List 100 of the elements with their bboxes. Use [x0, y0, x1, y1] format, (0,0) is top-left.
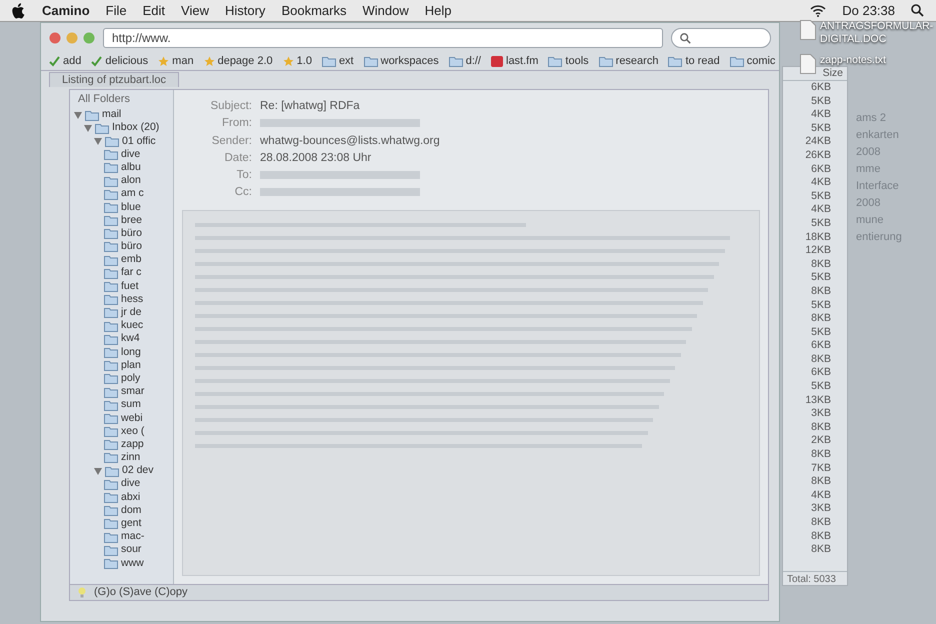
disclosure-triangle-down-icon[interactable]	[74, 112, 82, 119]
bookmark-link[interactable]: tools	[548, 53, 589, 70]
folder-item[interactable]: gent	[121, 516, 142, 532]
sidebar-heading: All Folders	[77, 92, 131, 107]
folder-icon	[548, 56, 562, 67]
folder-item[interactable]: abxi	[121, 490, 140, 506]
window-controls-icon[interactable]	[49, 32, 95, 44]
header-label: Subject:	[209, 99, 252, 114]
folder-item[interactable]: am c	[121, 186, 144, 202]
folder-item[interactable]: Inbox (20)	[112, 120, 160, 136]
star-icon	[204, 56, 215, 67]
menu-item[interactable]: Help	[424, 0, 452, 20]
disclosure-triangle-down-icon[interactable]	[94, 468, 102, 475]
faded-text: 2008	[856, 146, 882, 159]
size-cell-text: 6KB	[810, 339, 831, 353]
folder-icon	[104, 334, 118, 345]
size-cell-text: 3KB	[810, 502, 831, 516]
menu-item[interactable]: History	[224, 0, 266, 20]
folder-item[interactable]: kw4	[121, 331, 140, 348]
folder-icon	[105, 136, 119, 147]
bookmark-link[interactable]: to read	[668, 53, 720, 70]
folder-icon	[104, 360, 118, 372]
folder-item[interactable]: fuet	[121, 278, 139, 294]
folder-item[interactable]: sour	[121, 542, 142, 558]
folder-item[interactable]: 01 offic	[122, 134, 156, 150]
folder-item[interactable]: sum	[121, 397, 141, 414]
menu-item[interactable]: View	[181, 0, 209, 20]
size-cell-text: 8KB	[810, 530, 831, 544]
folder-item[interactable]: smar	[121, 384, 144, 400]
folder-icon	[104, 518, 118, 530]
header-label: Date:	[224, 150, 252, 166]
size-cell-text: 5KB	[810, 298, 831, 312]
menu-clock[interactable]: Do 23:38	[842, 0, 895, 20]
check-icon	[49, 56, 60, 67]
folder-icon	[104, 532, 118, 543]
menu-item[interactable]: Window	[362, 0, 409, 20]
faded-text: enkarten	[856, 129, 900, 142]
url-field[interactable]: http://www.	[103, 28, 663, 48]
size-cell-text: 6KB	[810, 366, 831, 380]
bookmark-link[interactable]: man	[158, 53, 194, 70]
folder-icon	[104, 320, 118, 332]
folder-item[interactable]: xeo (	[121, 424, 144, 440]
menu-item[interactable]: Bookmarks	[281, 0, 346, 20]
folder-icon	[730, 56, 744, 67]
folder-item[interactable]: mac-	[121, 529, 144, 545]
bookmark-link[interactable]: add	[49, 53, 82, 70]
folder-icon	[104, 452, 118, 464]
bookmark-link[interactable]: delicious	[91, 53, 148, 70]
bookmark-link[interactable]: research	[598, 53, 658, 70]
folder-item[interactable]: zinn	[121, 450, 140, 466]
size-cell-text: 5KB	[810, 122, 831, 136]
bookmark-link[interactable]: 1.0	[282, 53, 312, 70]
status-text: (G)o (S)ave (C)opy	[94, 585, 188, 600]
search-field[interactable]	[671, 28, 771, 48]
folder-item[interactable]: hess	[121, 292, 144, 308]
folder-item[interactable]: bree	[121, 212, 142, 228]
browser-tab[interactable]: Listing of ptzubart.loc	[49, 72, 179, 87]
menu-item[interactable]: File	[106, 0, 127, 20]
bookmark-link[interactable]: d://	[448, 53, 481, 70]
size-cell-text: 5KB	[810, 271, 831, 285]
square-icon	[491, 56, 503, 67]
bookmark-link[interactable]: depage 2.0	[204, 53, 273, 70]
folder-icon	[104, 281, 118, 292]
folder-item[interactable]: alon	[121, 173, 141, 189]
bookmark-link[interactable]: ext	[322, 53, 354, 70]
menu-item[interactable]: Edit	[142, 0, 166, 20]
size-cell-text: 12KB	[804, 244, 831, 258]
folder-item[interactable]: blue	[121, 200, 141, 216]
folder-item[interactable]: dom	[121, 502, 142, 519]
folder-item[interactable]: webi	[121, 410, 143, 426]
bookmark-link[interactable]: last.fm	[491, 53, 538, 70]
column-header[interactable]: Size	[822, 66, 843, 82]
folder-item[interactable]: mail	[102, 107, 122, 123]
folder-icon	[104, 346, 118, 358]
folder-item[interactable]: jr de	[121, 305, 142, 321]
disclosure-triangle-down-icon[interactable]	[94, 138, 102, 145]
folder-item[interactable]: zapp	[121, 436, 144, 453]
folder-icon	[104, 268, 118, 279]
folder-icon	[598, 56, 613, 67]
folder-item[interactable]: büro	[121, 226, 142, 242]
folder-item[interactable]: www	[121, 556, 144, 572]
search-icon[interactable]	[911, 4, 924, 17]
wifi-icon[interactable]	[810, 4, 826, 16]
header-label: Cc:	[234, 185, 252, 200]
disclosure-triangle-down-icon[interactable]	[84, 124, 92, 132]
app-menu[interactable]: Camino	[42, 0, 90, 20]
size-cell-text: 5KB	[810, 94, 831, 108]
folder-item[interactable]: kuec	[121, 318, 144, 334]
faded-text: ams 2	[856, 112, 887, 125]
bookmark-link[interactable]: comic	[730, 53, 776, 70]
folder-item[interactable]: long	[121, 344, 141, 360]
size-cell-text: 26KB	[804, 148, 831, 163]
folder-icon	[448, 56, 463, 67]
folder-icon	[104, 188, 118, 200]
bookmark-link[interactable]: workspaces	[364, 53, 439, 70]
size-cell-text: 8KB	[810, 475, 831, 489]
folder-item[interactable]: büro	[121, 239, 142, 255]
document-icon[interactable]	[800, 54, 816, 74]
faded-text: mme	[856, 163, 882, 176]
apple-icon[interactable]	[12, 2, 26, 18]
